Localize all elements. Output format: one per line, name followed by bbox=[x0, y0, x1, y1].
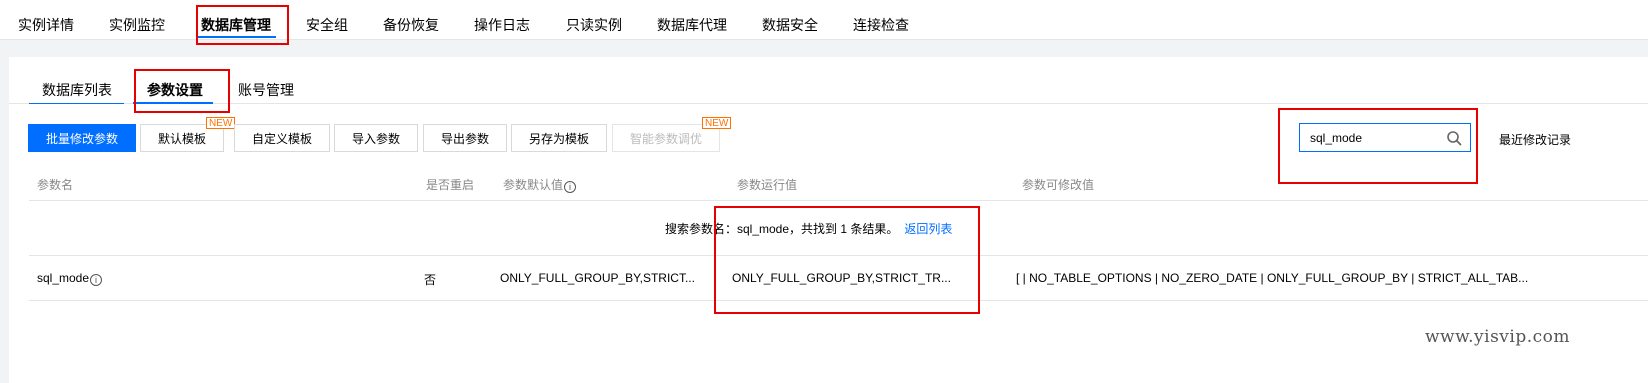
info-icon[interactable]: i bbox=[564, 181, 577, 193]
tab-readonly-instance[interactable]: 只读实例 bbox=[566, 15, 622, 35]
info-icon[interactable]: i bbox=[90, 274, 103, 286]
search-result-notice: 搜索参数名：sql_mode，共找到 1 条结果。 返回列表 bbox=[29, 201, 1648, 256]
search-value: sql_mode bbox=[1310, 131, 1363, 145]
tab-instance-details[interactable]: 实例详情 bbox=[18, 15, 74, 35]
param-name-cell: sql_mode i bbox=[37, 271, 103, 286]
tab-instance-monitoring[interactable]: 实例监控 bbox=[109, 15, 165, 35]
active-subtab-indicator bbox=[133, 102, 213, 104]
search-result-text: 搜索参数名：sql_mode，共找到 1 条结果。 返回列表 bbox=[665, 222, 953, 236]
search-icon[interactable] bbox=[1446, 130, 1462, 146]
tab-data-security[interactable]: 数据安全 bbox=[762, 15, 818, 35]
tab-database-proxy[interactable]: 数据库代理 bbox=[657, 15, 727, 35]
main-panel: 数据库列表 参数设置 账号管理 批量修改参数 默认模板 NEW 自定义模板 导入… bbox=[9, 57, 1648, 383]
save-as-template-button[interactable]: 另存为模板 bbox=[511, 124, 607, 152]
running-value-cell[interactable]: ONLY_FULL_GROUP_BY,STRICT_TR... bbox=[732, 271, 951, 285]
column-restart: 是否重启 bbox=[426, 178, 475, 192]
table-header: 参数名 是否重启 参数默认值 i 参数运行值 参数可修改值 bbox=[29, 169, 1648, 201]
active-tab-indicator bbox=[198, 36, 276, 38]
modifiable-values-cell: [ | NO_TABLE_OPTIONS | NO_ZERO_DATE | ON… bbox=[1016, 271, 1529, 285]
watermark: www.yisvip.com bbox=[1425, 327, 1571, 347]
tab-backup-restore[interactable]: 备份恢复 bbox=[383, 15, 439, 35]
batch-modify-button[interactable]: 批量修改参数 bbox=[28, 124, 136, 152]
column-modifiable-values: 参数可修改值 bbox=[1022, 178, 1095, 192]
default-value-cell: ONLY_FULL_GROUP_BY,STRICT... bbox=[500, 271, 695, 285]
table-row: sql_mode i 否 ONLY_FULL_GROUP_BY,STRICT...… bbox=[29, 256, 1648, 301]
column-default-value: 参数默认值 i bbox=[503, 176, 577, 193]
back-to-list-link[interactable]: 返回列表 bbox=[904, 222, 952, 236]
column-param-name: 参数名 bbox=[37, 178, 74, 192]
tab-security-group[interactable]: 安全组 bbox=[306, 15, 348, 35]
import-params-button[interactable]: 导入参数 bbox=[334, 124, 418, 152]
column-running-value: 参数运行值 bbox=[737, 178, 798, 192]
tab-connection-check[interactable]: 连接检查 bbox=[853, 15, 909, 35]
top-nav: 实例详情 实例监控 数据库管理 安全组 备份恢复 操作日志 只读实例 数据库代理… bbox=[0, 0, 1648, 40]
search-input[interactable]: sql_mode bbox=[1299, 123, 1471, 152]
custom-template-button[interactable]: 自定义模板 bbox=[234, 124, 330, 152]
subtab-account-management[interactable]: 账号管理 bbox=[238, 80, 294, 100]
subtab-divider bbox=[29, 103, 124, 104]
tab-database-management[interactable]: 数据库管理 bbox=[201, 15, 271, 35]
subtab-database-list[interactable]: 数据库列表 bbox=[42, 80, 112, 100]
tab-operation-log[interactable]: 操作日志 bbox=[474, 15, 530, 35]
restart-cell: 否 bbox=[424, 273, 437, 287]
recent-changes-link[interactable]: 最近修改记录 bbox=[1499, 131, 1571, 148]
new-badge: NEW bbox=[702, 117, 732, 129]
sub-tabs: 数据库列表 参数设置 账号管理 bbox=[9, 57, 1648, 104]
subtab-parameter-settings[interactable]: 参数设置 bbox=[147, 80, 203, 100]
new-badge: NEW bbox=[206, 117, 236, 129]
export-params-button[interactable]: 导出参数 bbox=[423, 124, 507, 152]
